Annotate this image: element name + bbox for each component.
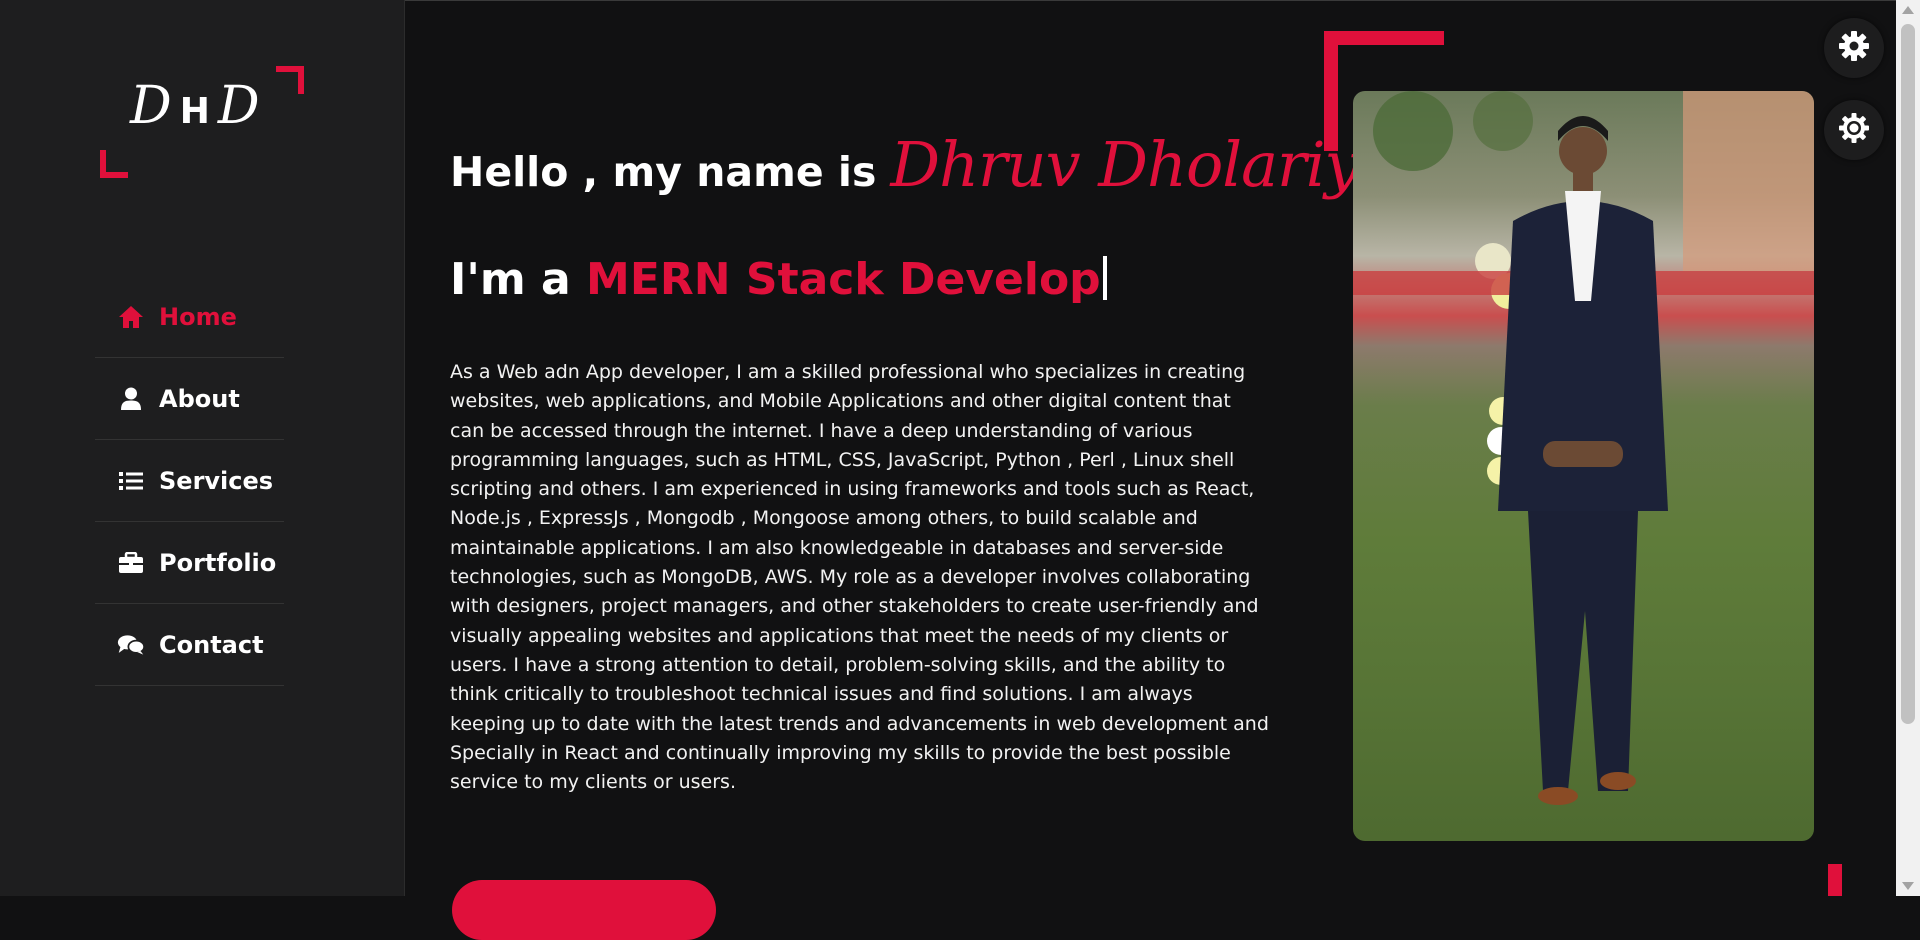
typing-cursor [1102, 256, 1107, 300]
role-typed-text: MERN Stack Develop [586, 254, 1101, 305]
user-icon [117, 385, 145, 413]
list-icon [117, 467, 145, 495]
theme-toggle-button[interactable] [1824, 100, 1884, 160]
hero-name: Dhruv Dholariya [890, 128, 1395, 201]
role-prefix: I'm a [450, 254, 571, 305]
nav-label-contact: Contact [159, 630, 264, 659]
hero-greeting: Hello , my name is Dhruv Dholariya [450, 128, 1396, 201]
chat-icon [117, 631, 145, 659]
sidebar: DHD Home About Services Portfolio Contac… [0, 0, 405, 896]
settings-button[interactable] [1824, 18, 1884, 78]
scroll-down-arrow-icon[interactable] [1902, 882, 1914, 890]
home-icon [117, 303, 145, 331]
gear-icon [1838, 30, 1870, 66]
photo-frame-corner-bottom-right [1828, 864, 1842, 896]
nav-label-services: Services [159, 466, 274, 495]
nav-label-home: Home [159, 302, 237, 331]
sun-gear-icon [1838, 112, 1870, 148]
greeting-text: Hello , my name is [450, 148, 877, 196]
nav-item-services[interactable]: Services [95, 440, 284, 522]
scroll-up-arrow-icon[interactable] [1902, 6, 1914, 14]
logo[interactable]: DHD [100, 66, 304, 178]
briefcase-icon [117, 549, 145, 577]
nav-item-contact[interactable]: Contact [95, 604, 284, 686]
profile-photo [1353, 91, 1814, 841]
main-nav: Home About Services Portfolio Contact [95, 276, 284, 686]
hero-bio: As a Web adn App developer, I am a skill… [450, 361, 1269, 794]
logo-bracket-bottom-left [100, 150, 128, 178]
scrollbar-thumb[interactable] [1901, 24, 1915, 724]
nav-item-home[interactable]: Home [95, 276, 284, 358]
nav-label-portfolio: Portfolio [159, 548, 277, 577]
nav-item-about[interactable]: About [95, 358, 284, 440]
logo-bracket-top-right [276, 66, 304, 94]
nav-item-portfolio[interactable]: Portfolio [95, 522, 284, 604]
cta-button[interactable] [452, 880, 716, 940]
nav-label-about: About [159, 384, 240, 413]
page-scrollbar[interactable] [1896, 0, 1920, 896]
logo-text: DHD [130, 76, 268, 136]
hero-role: I'm a MERN Stack Develop [450, 254, 1107, 305]
